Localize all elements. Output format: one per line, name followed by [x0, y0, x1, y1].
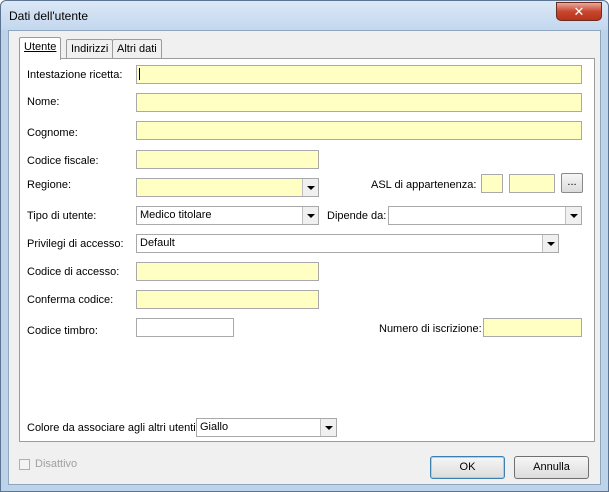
disattivo-checkbox[interactable]	[19, 459, 30, 470]
cognome-input[interactable]	[136, 121, 582, 140]
tipo-utente-label: Tipo di utente:	[27, 210, 97, 222]
conferma-codice-label: Conferma codice:	[27, 294, 114, 306]
tab-indirizzi[interactable]: Indirizzi	[66, 39, 114, 59]
close-button[interactable]: ✕	[556, 2, 602, 21]
conferma-codice-input[interactable]	[136, 290, 319, 309]
dipende-da-select[interactable]	[388, 206, 582, 225]
dialog-client: Utente Indirizzi Altri dati Intestazione…	[8, 30, 601, 485]
tab-utente[interactable]: Utente	[19, 37, 62, 60]
intestazione-input[interactable]	[136, 65, 582, 84]
text-caret	[139, 68, 140, 80]
codice-timbro-label: Codice timbro:	[27, 325, 98, 337]
chevron-down-icon[interactable]	[542, 235, 558, 252]
dialog-window: Dati dell'utente ✕ Utente Indirizzi Altr…	[0, 0, 609, 492]
codice-timbro-input[interactable]	[136, 318, 234, 337]
chevron-down-icon[interactable]	[565, 207, 581, 224]
privilegi-select[interactable]: Default	[136, 234, 559, 253]
asl-label: ASL di appartenenza:	[371, 179, 477, 191]
intestazione-label: Intestazione ricetta:	[27, 69, 123, 81]
numero-iscrizione-input[interactable]	[483, 318, 582, 337]
asl-browse-button[interactable]: ...	[561, 173, 583, 193]
tab-altri-dati[interactable]: Altri dati	[112, 39, 162, 59]
window-title: Dati dell'utente	[9, 9, 89, 23]
utente-panel: Intestazione ricetta: Nome: Cognome: Cod…	[19, 58, 595, 442]
dipende-da-label: Dipende da:	[327, 210, 387, 222]
colore-select[interactable]: Giallo	[196, 418, 337, 437]
ok-button[interactable]: OK	[430, 456, 505, 479]
cognome-label: Cognome:	[27, 127, 78, 139]
tipo-utente-value: Medico titolare	[140, 209, 212, 221]
annulla-button[interactable]: Annulla	[514, 456, 589, 479]
chevron-down-icon[interactable]	[302, 207, 318, 224]
title-bar[interactable]: Dati dell'utente ✕	[1, 1, 608, 30]
disattivo-label: Disattivo	[35, 458, 78, 470]
regione-select[interactable]	[136, 178, 319, 197]
chevron-down-icon[interactable]	[302, 179, 318, 196]
codice-fiscale-input[interactable]	[136, 150, 319, 169]
close-icon: ✕	[573, 4, 585, 19]
colore-label: Colore da associare agli altri utenti:	[27, 422, 199, 434]
privilegi-label: Privilegi di accesso:	[27, 238, 124, 250]
asl-code-input-1[interactable]	[481, 174, 503, 193]
nome-label: Nome:	[27, 96, 60, 108]
chevron-down-icon[interactable]	[320, 419, 336, 436]
regione-label: Regione:	[27, 179, 72, 191]
numero-iscrizione-label: Numero di iscrizione:	[379, 323, 482, 335]
nome-input[interactable]	[136, 93, 582, 112]
tipo-utente-select[interactable]: Medico titolare	[136, 206, 319, 225]
codice-accesso-input[interactable]	[136, 262, 319, 281]
privilegi-value: Default	[140, 237, 175, 249]
codice-accesso-label: Codice di accesso:	[27, 266, 120, 278]
asl-code-input-2[interactable]	[509, 174, 555, 193]
codice-fiscale-label: Codice fiscale:	[27, 155, 99, 167]
colore-value: Giallo	[200, 421, 229, 433]
